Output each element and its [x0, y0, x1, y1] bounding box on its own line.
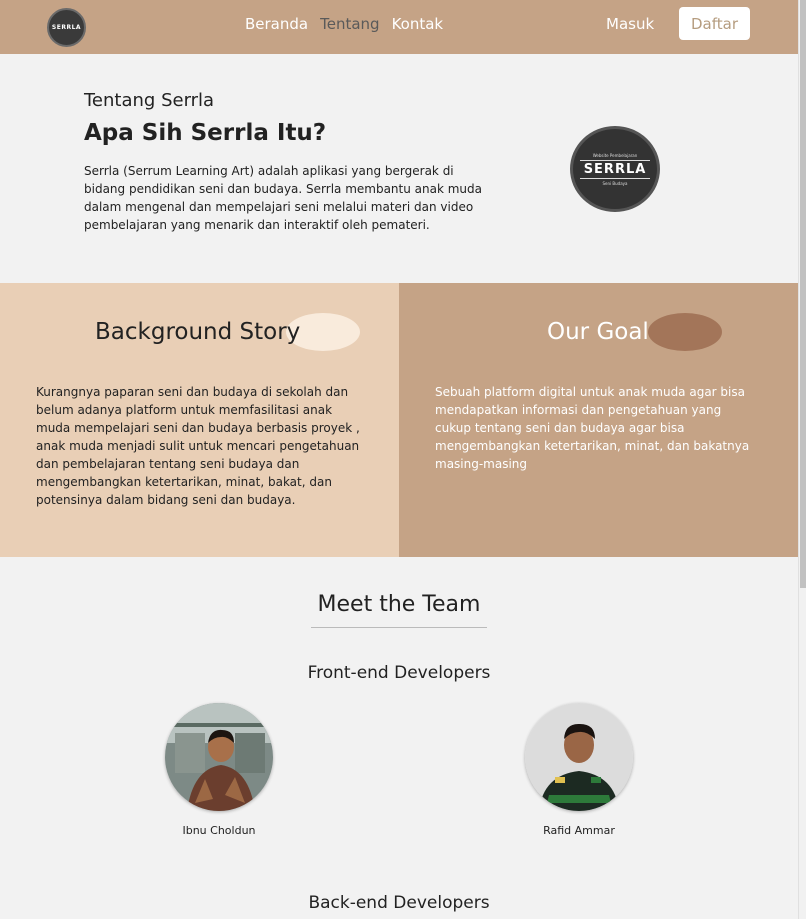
- background-story-text: Kurangnya paparan seni dan budaya di sek…: [36, 385, 360, 507]
- team-title: Meet the Team: [317, 592, 481, 617]
- background-story-title: Background Story: [95, 319, 301, 345]
- decorative-blob: [648, 313, 722, 351]
- logo-main-text: SERRLA: [579, 159, 651, 179]
- about-section: Tentang Serrla Apa Sih Serrla Itu? Serrl…: [0, 54, 798, 283]
- logo-top-text: Website Pembelajaran: [592, 152, 638, 158]
- member-name: Rafid Ammar: [543, 824, 615, 837]
- frontend-title: Front-end Developers: [307, 663, 491, 683]
- register-button[interactable]: Daftar: [679, 7, 750, 40]
- person-photo-icon: [525, 703, 633, 811]
- member-photo-ibnu: [165, 703, 273, 811]
- nav-link-beranda[interactable]: Beranda: [245, 15, 308, 33]
- serrla-logo[interactable]: SERRLA: [47, 8, 86, 47]
- backend-title: Back-end Developers: [308, 893, 490, 913]
- nav-links: Beranda Tentang Kontak: [245, 15, 443, 33]
- member-photo-rafid: [525, 703, 633, 811]
- member-name: Ibnu Choldun: [182, 824, 256, 837]
- scrollbar-thumb[interactable]: [800, 0, 806, 588]
- person-photo-icon: [165, 703, 273, 811]
- about-description: Serrla (Serrum Learning Art) adalah apli…: [84, 164, 482, 232]
- about-subtitle: Tentang Serrla: [84, 90, 215, 111]
- our-goal-text: Sebuah platform digital untuk anak muda …: [435, 385, 750, 471]
- logo-bottom-text: Seni Budaya: [602, 180, 628, 186]
- logo-text: SERRLA: [51, 24, 82, 31]
- our-goal-panel: Our Goal Sebuah platform digital untuk a…: [399, 283, 798, 557]
- navbar: SERRLA Beranda Tentang Kontak Masuk Daft…: [0, 0, 798, 54]
- scrollbar[interactable]: [798, 0, 806, 919]
- about-title: Apa Sih Serrla Itu?: [84, 120, 327, 146]
- title-underline: [311, 627, 487, 628]
- nav-link-tentang[interactable]: Tentang: [320, 15, 379, 33]
- login-link[interactable]: Masuk: [606, 15, 654, 33]
- background-story-panel: Background Story Kurangnya paparan seni …: [0, 283, 399, 557]
- nav-link-kontak[interactable]: Kontak: [392, 15, 444, 33]
- our-goal-title: Our Goal: [547, 319, 649, 345]
- serrla-big-logo: Website Pembelajaran SERRLA Seni Budaya: [570, 126, 660, 212]
